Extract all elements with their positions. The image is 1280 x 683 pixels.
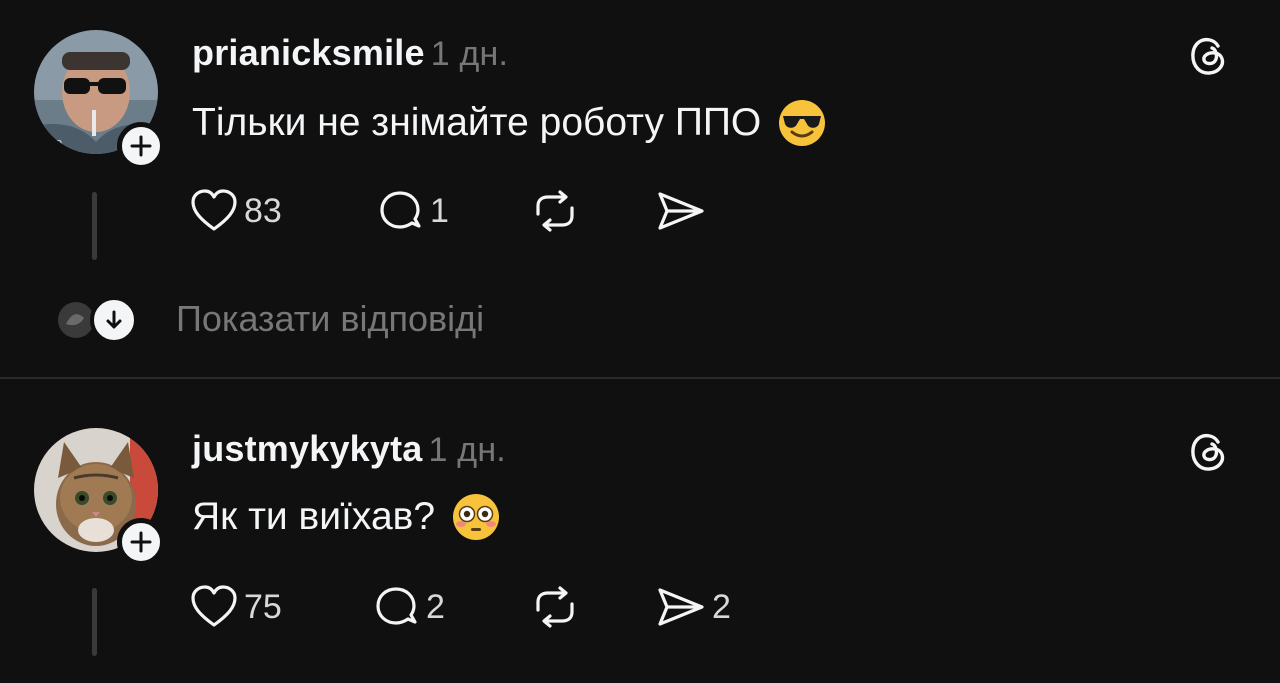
post-time: 1 дн. bbox=[430, 35, 509, 73]
post-header: prianicksmile 1 дн. bbox=[192, 32, 508, 74]
repost-button[interactable] bbox=[530, 188, 580, 234]
show-replies-label[interactable]: Показати відповіді bbox=[176, 298, 484, 340]
like-count: 75 bbox=[244, 587, 282, 626]
thread-line bbox=[92, 588, 97, 656]
plus-icon bbox=[130, 531, 152, 553]
follow-plus-button[interactable] bbox=[117, 518, 165, 566]
like-count: 83 bbox=[244, 191, 282, 230]
share-count: 2 bbox=[712, 587, 731, 626]
post-header: justmykykyta 1 дн. bbox=[192, 428, 506, 470]
expand-replies-button[interactable] bbox=[90, 296, 138, 344]
reply-button[interactable]: 2 bbox=[374, 584, 445, 630]
follow-plus-button[interactable] bbox=[117, 122, 165, 170]
reply-button[interactable]: 1 bbox=[378, 188, 449, 234]
share-button[interactable] bbox=[656, 188, 712, 234]
comment-icon bbox=[376, 587, 417, 625]
comment-icon bbox=[380, 191, 421, 229]
divider bbox=[0, 377, 1280, 379]
post-text: Як ти виїхав? bbox=[192, 495, 436, 538]
threads-logo-icon[interactable] bbox=[1185, 32, 1231, 78]
threads-logo-icon[interactable] bbox=[1185, 428, 1231, 474]
repost-button[interactable] bbox=[530, 584, 580, 630]
post-time: 1 дн. bbox=[428, 431, 506, 469]
username[interactable]: prianicksmile bbox=[192, 32, 425, 73]
heart-icon bbox=[191, 585, 237, 627]
like-button[interactable]: 83 bbox=[190, 189, 282, 233]
username[interactable]: justmykykyta bbox=[192, 428, 423, 469]
flushed-face-emoji-icon bbox=[453, 494, 500, 540]
sunglasses-emoji-icon bbox=[779, 100, 826, 146]
share-button[interactable]: 2 bbox=[656, 584, 731, 630]
send-icon bbox=[658, 588, 704, 626]
reply-count: 1 bbox=[430, 191, 449, 230]
repost-icon bbox=[536, 586, 574, 628]
send-icon bbox=[658, 192, 704, 230]
like-button[interactable]: 75 bbox=[190, 585, 282, 629]
plus-icon bbox=[130, 135, 152, 157]
svg-text:MPIR: MPIR bbox=[36, 138, 63, 151]
reply-count: 2 bbox=[426, 587, 445, 626]
post-text-row: Тільки не знімайте роботу ППО bbox=[192, 98, 827, 148]
show-replies-link[interactable]: Показати відповіді bbox=[54, 294, 654, 346]
arrow-down-icon bbox=[106, 310, 122, 329]
heart-icon bbox=[191, 189, 237, 231]
repost-icon bbox=[536, 190, 574, 232]
post-text-row: Як ти виїхав? bbox=[192, 492, 501, 542]
thread-line bbox=[92, 192, 97, 260]
post-text: Тільки не знімайте роботу ППО bbox=[192, 101, 762, 144]
